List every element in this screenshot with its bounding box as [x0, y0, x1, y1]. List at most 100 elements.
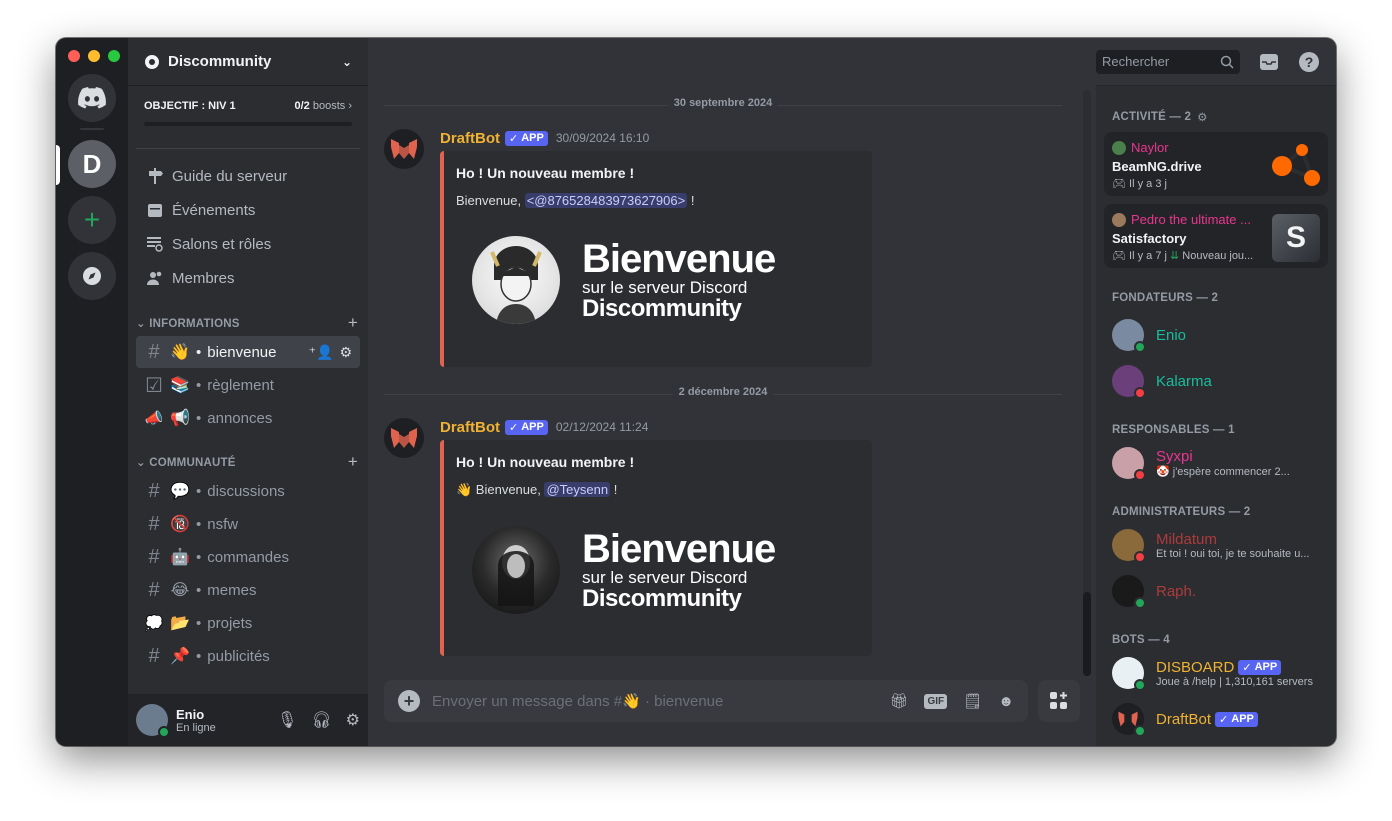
channel-emoji: 📌: [170, 648, 190, 665]
member-item[interactable]: Mildatum Et toi ! oui toi, je te souhait…: [1104, 522, 1328, 568]
date-divider: 2 décembre 2024: [384, 386, 1062, 398]
zoom-window-button[interactable]: [108, 50, 120, 62]
member-custom-status: Joue à /help | 1,310,161 servers: [1156, 675, 1313, 688]
bullet: •: [196, 647, 202, 665]
window-controls: [68, 50, 120, 62]
member-item[interactable]: Syxpi 🤡 j'espère commencer 2...: [1104, 440, 1328, 486]
channel-emoji: 🤖: [170, 549, 190, 566]
dnd-status-dot: [1134, 551, 1146, 563]
apps-button[interactable]: [1038, 680, 1080, 722]
user-mention[interactable]: @Teysenn: [544, 482, 611, 497]
help-icon[interactable]: ?: [1298, 51, 1320, 73]
channel-emoji: 💬: [170, 483, 190, 500]
channel-nsfw[interactable]: # 🔞 • nsfw: [136, 508, 360, 540]
minimize-window-button[interactable]: [88, 50, 100, 62]
avatar: [1112, 703, 1146, 737]
create-channel-plus-icon[interactable]: +: [348, 313, 358, 333]
badge-label: APP: [1231, 713, 1254, 725]
scrollbar-thumb[interactable]: [1083, 592, 1091, 676]
avatar[interactable]: [136, 704, 170, 738]
member-name: DISBOARD: [1156, 658, 1235, 676]
sticker-icon[interactable]: 🗒︎: [963, 692, 982, 710]
add-server-button[interactable]: +: [68, 196, 116, 244]
channel-bienvenue[interactable]: # 👋 • bienvenue ⁺👤 ⚙: [136, 336, 360, 368]
channel-reglement[interactable]: ☑ 📚 • règlement: [136, 369, 360, 401]
user-panel: Enio En ligne 🎙︎ 🎧︎ ⚙: [128, 694, 368, 746]
message-scrollbar[interactable]: [1083, 90, 1091, 676]
gif-button[interactable]: GIF: [924, 693, 948, 709]
category-title-wrap: ⌄ INFORMATIONS: [136, 316, 240, 330]
channel-name: memes: [207, 581, 257, 599]
member-item[interactable]: DISBOARD ✓ APP Joue à /help | 1,310,161 se…: [1104, 650, 1328, 696]
invite-icon[interactable]: ⁺👤: [309, 344, 334, 361]
nav-events[interactable]: Événements: [136, 193, 360, 227]
banner-server-name: Discommunity: [582, 294, 742, 322]
channel-emoji: 👋: [170, 344, 190, 361]
member-item[interactable]: Enio: [1104, 312, 1328, 358]
user-mention[interactable]: <@876528483973627906>: [524, 193, 688, 208]
message-composer[interactable]: + Envoyer un message dans #👋 · bienvenue…: [384, 680, 1028, 722]
channel-commandes[interactable]: # 🤖 • commandes: [136, 541, 360, 573]
boost-count: 0/2: [294, 100, 310, 112]
online-status-dot: [158, 726, 170, 738]
online-status-dot: [1134, 597, 1146, 609]
search-input[interactable]: Rechercher: [1096, 49, 1240, 74]
gear-icon[interactable]: ⚙: [346, 710, 360, 730]
date-divider: 30 septembre 2024: [384, 97, 1062, 109]
welcome-banner-image[interactable]: Bienvenue sur le serveur Discord Discomm…: [456, 236, 860, 324]
text-channel-icon: #: [148, 340, 160, 363]
channel-name: nsfw: [207, 515, 239, 533]
guild-name: Discommunity: [168, 53, 272, 70]
online-status-dot: [1134, 679, 1146, 691]
channel-projets[interactable]: 💭 📂 • projets: [136, 607, 360, 639]
welcome-banner-image[interactable]: Bienvenue sur le serveur Discord Discomm…: [456, 526, 860, 614]
message-input[interactable]: Envoyer un message dans #👋 · bienvenue: [432, 692, 877, 710]
gear-icon[interactable]: ⚙: [339, 344, 352, 361]
explore-servers-button[interactable]: [68, 252, 116, 300]
inbox-icon[interactable]: [1258, 51, 1280, 73]
member-item[interactable]: Kalarma: [1104, 358, 1328, 404]
boost-goal[interactable]: OBJECTIF : NIV 1 0/2 boosts ›: [128, 86, 368, 148]
activity-user: Pedro the ultimate ...: [1131, 212, 1251, 227]
close-window-button[interactable]: [68, 50, 80, 62]
direct-messages-button[interactable]: [68, 74, 116, 122]
signpost-icon: [146, 167, 164, 185]
avatar[interactable]: [384, 418, 424, 458]
headphones-icon[interactable]: 🎧︎: [311, 710, 331, 730]
message: DraftBot ✓ APP 30/09/2024 16:10 Ho ! Un n…: [368, 127, 1078, 367]
microphone-icon[interactable]: 🎙︎: [277, 710, 297, 730]
avatar[interactable]: [384, 129, 424, 169]
member-item[interactable]: Raph.: [1104, 568, 1328, 614]
nav-server-guide[interactable]: Guide du serveur: [136, 159, 360, 193]
guild-header[interactable]: Discommunity ⌄: [128, 38, 368, 86]
channel-discussions[interactable]: # 💬 • discussions: [136, 475, 360, 507]
author-name[interactable]: DraftBot: [440, 419, 500, 436]
nav-members[interactable]: Membres: [136, 261, 360, 295]
activity-card[interactable]: Naylor BeamNG.drive 🎮︎ Il y a 3 j: [1104, 132, 1328, 196]
gear-icon[interactable]: ⚙: [1197, 110, 1208, 124]
member-item[interactable]: DraftBot ✓ APP: [1104, 696, 1328, 742]
server-discommunity-icon[interactable]: D: [68, 140, 116, 188]
channel-memes[interactable]: # 😂 • memes: [136, 574, 360, 606]
channel-emoji: 🔞: [170, 516, 190, 533]
author-name[interactable]: DraftBot: [440, 130, 500, 147]
emoji-icon[interactable]: ☻: [998, 693, 1014, 710]
upload-plus-icon[interactable]: +: [398, 690, 420, 712]
embed: Ho ! Un nouveau membre ! 👋 Bienvenue, @T…: [440, 440, 872, 656]
activity-card[interactable]: Pedro the ultimate ... Satisfactory 🎮︎ I…: [1104, 204, 1328, 268]
category-title-wrap: ⌄ COMMUNAUTÉ: [136, 455, 236, 469]
server-rail: D +: [56, 38, 128, 746]
category-communaute[interactable]: ⌄ COMMUNAUTÉ +: [128, 450, 368, 474]
group-header: BOTS — 4: [1112, 634, 1170, 646]
channel-name: règlement: [207, 376, 274, 394]
gift-icon[interactable]: 🎁︎: [889, 692, 908, 710]
banner-server-name: Discommunity: [582, 584, 742, 612]
user-info[interactable]: Enio En ligne: [176, 707, 216, 734]
channel-publicites[interactable]: # 📌 • publicités: [136, 640, 360, 672]
create-channel-plus-icon[interactable]: +: [348, 452, 358, 472]
category-informations[interactable]: ⌄ INFORMATIONS +: [128, 311, 368, 335]
channel-annonces[interactable]: 📣 📢 • annonces: [136, 402, 360, 434]
nav-label: Salons et rôles: [172, 235, 272, 253]
nav-channels-roles[interactable]: Salons et rôles: [136, 227, 360, 261]
banner-title: Bienvenue: [582, 526, 776, 571]
